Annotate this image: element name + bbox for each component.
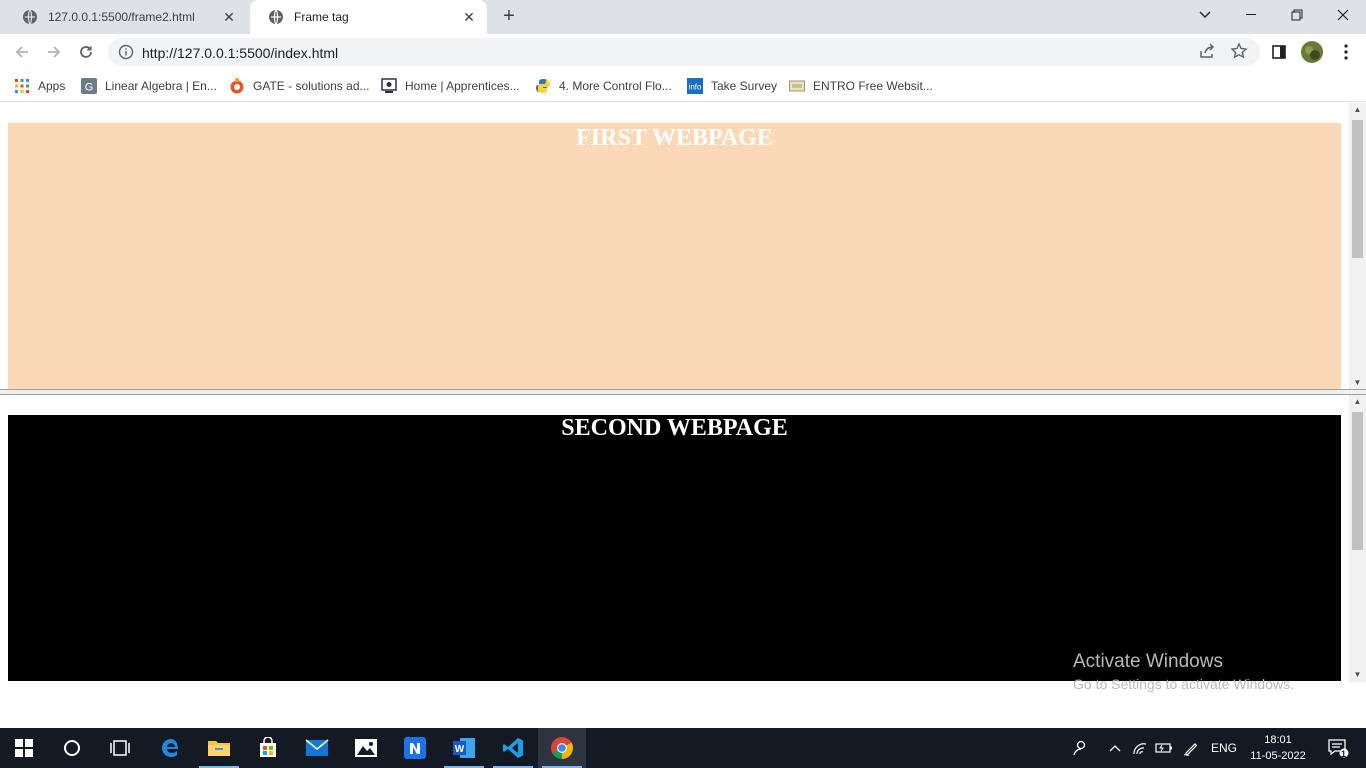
svg-text:W: W bbox=[455, 744, 465, 755]
address-bar[interactable]: http://127.0.0.1:5500/index.html bbox=[108, 38, 1260, 66]
scroll-thumb[interactable] bbox=[1352, 412, 1363, 550]
entro-favicon-icon bbox=[789, 78, 805, 94]
bookmarks-bar: Apps G Linear Algebra | En... GATE - sol… bbox=[0, 70, 1366, 102]
bookmark-gate[interactable]: GATE - solutions ad... bbox=[229, 75, 370, 97]
new-tab-button[interactable]: + bbox=[498, 6, 520, 28]
first-webpage-heading: FIRST WEBPAGE bbox=[576, 125, 773, 151]
close-window-button[interactable] bbox=[1320, 0, 1366, 30]
minimize-button[interactable] bbox=[1228, 0, 1274, 30]
edge-icon[interactable] bbox=[147, 728, 195, 768]
browser-tab-strip: 127.0.0.1:5500/frame2.html ✕ Frame tag ✕… bbox=[0, 0, 1366, 34]
language-indicator[interactable]: ENG bbox=[1206, 728, 1242, 768]
url-text: http://127.0.0.1:5500/index.html bbox=[142, 45, 339, 61]
bookmark-take-survey[interactable]: info Take Survey bbox=[687, 75, 777, 97]
python-favicon-icon bbox=[535, 78, 551, 94]
bookmark-linear-algebra[interactable]: G Linear Algebra | En... bbox=[81, 75, 217, 97]
restore-button[interactable] bbox=[1274, 0, 1320, 30]
bookmark-star-icon[interactable] bbox=[1230, 42, 1250, 62]
scroll-thumb[interactable] bbox=[1352, 120, 1363, 258]
action-center-button[interactable]: 1 bbox=[1318, 728, 1358, 768]
bookmark-label: Take Survey bbox=[711, 79, 778, 93]
system-clock[interactable]: 18:01 11-05-2022 bbox=[1246, 732, 1310, 764]
first-webpage-body: FIRST WEBPAGE bbox=[8, 123, 1341, 390]
notification-count-badge: 1 bbox=[1341, 749, 1347, 759]
watermark-subtitle: Go to Settings to activate Windows. bbox=[1073, 676, 1294, 692]
globe-icon bbox=[22, 9, 38, 25]
first-frame: FIRST WEBPAGE ▲ ▼ bbox=[0, 103, 1366, 390]
globe-icon bbox=[268, 9, 284, 25]
scroll-down-arrow-icon[interactable]: ▼ bbox=[1349, 668, 1366, 682]
bookmark-label: GATE - solutions ad... bbox=[253, 79, 370, 93]
scroll-down-arrow-icon[interactable]: ▼ bbox=[1349, 376, 1366, 390]
tab-title: Frame tag bbox=[294, 10, 349, 24]
windows-taskbar: W ENG 18:01 11-05-2022 1 bbox=[0, 728, 1366, 768]
show-hidden-icons-chevron-icon[interactable] bbox=[1104, 728, 1126, 768]
browser-toolbar: http://127.0.0.1:5500/index.html bbox=[0, 34, 1366, 70]
apps-grid-icon bbox=[14, 78, 30, 94]
bookmark-control-flow[interactable]: 4. More Control Flo... bbox=[535, 75, 672, 97]
svg-text:G: G bbox=[85, 82, 94, 94]
microsoft-store-icon[interactable] bbox=[244, 728, 292, 768]
file-explorer-icon[interactable] bbox=[195, 728, 243, 768]
activate-windows-watermark: Activate Windows Go to Settings to activ… bbox=[1073, 651, 1294, 692]
notion-app-icon[interactable] bbox=[391, 728, 439, 768]
chrome-icon[interactable] bbox=[538, 728, 586, 768]
bookmark-apprentices[interactable]: Home | Apprentices... bbox=[381, 75, 520, 97]
close-tab-icon[interactable]: ✕ bbox=[221, 9, 237, 25]
scroll-up-arrow-icon[interactable]: ▲ bbox=[1349, 395, 1366, 409]
tab-search-icon[interactable] bbox=[1182, 0, 1228, 30]
browser-menu-icon[interactable] bbox=[1334, 40, 1358, 64]
g-favicon-icon: G bbox=[81, 78, 97, 94]
info-favicon-icon: info bbox=[687, 78, 703, 94]
gate-favicon-icon bbox=[229, 78, 245, 94]
network-icon[interactable] bbox=[1128, 728, 1152, 768]
apprentice-favicon-icon bbox=[381, 78, 397, 94]
start-button[interactable] bbox=[0, 728, 48, 768]
bookmark-entro[interactable]: ENTRO Free Websit... bbox=[789, 75, 933, 97]
pen-workspace-icon[interactable] bbox=[1178, 728, 1204, 768]
close-tab-icon[interactable]: ✕ bbox=[461, 9, 477, 25]
vscode-icon[interactable] bbox=[489, 728, 537, 768]
photos-icon[interactable] bbox=[342, 728, 390, 768]
reload-button[interactable] bbox=[74, 40, 98, 64]
back-button[interactable] bbox=[10, 40, 34, 64]
watermark-title: Activate Windows bbox=[1073, 651, 1223, 672]
bookmark-label: ENTRO Free Websit... bbox=[813, 79, 933, 93]
bookmark-apps[interactable]: Apps bbox=[14, 75, 65, 97]
clock-date: 11-05-2022 bbox=[1250, 750, 1306, 762]
search-cortana-icon[interactable] bbox=[48, 728, 96, 768]
people-icon[interactable] bbox=[1068, 728, 1092, 768]
site-info-icon[interactable] bbox=[118, 44, 134, 63]
bookmark-label: 4. More Control Flo... bbox=[559, 79, 672, 93]
battery-icon[interactable] bbox=[1152, 728, 1176, 768]
svg-text:info: info bbox=[689, 83, 702, 92]
word-icon[interactable]: W bbox=[440, 728, 488, 768]
bookmark-label: Linear Algebra | En... bbox=[105, 79, 217, 93]
scroll-up-arrow-icon[interactable]: ▲ bbox=[1349, 103, 1366, 117]
second-webpage-heading: SECOND WEBPAGE bbox=[561, 415, 788, 441]
second-frame-scrollbar[interactable]: ▲ ▼ bbox=[1349, 395, 1366, 682]
first-frame-scrollbar[interactable]: ▲ ▼ bbox=[1349, 103, 1366, 390]
mail-icon[interactable] bbox=[293, 728, 341, 768]
second-webpage-body: SECOND WEBPAGE bbox=[8, 415, 1341, 681]
tab-frame2[interactable]: 127.0.0.1:5500/frame2.html ✕ bbox=[4, 0, 247, 34]
bookmark-label: Apps bbox=[38, 79, 66, 93]
side-panel-icon[interactable] bbox=[1267, 40, 1291, 64]
profile-avatar[interactable] bbox=[1300, 40, 1324, 64]
task-view-icon[interactable] bbox=[96, 728, 144, 768]
bookmark-label: Home | Apprentices... bbox=[405, 79, 520, 93]
share-icon[interactable] bbox=[1198, 42, 1218, 62]
clock-time: 18:01 bbox=[1264, 734, 1292, 746]
tab-frame-tag[interactable]: Frame tag ✕ bbox=[250, 0, 487, 34]
forward-button[interactable] bbox=[42, 40, 66, 64]
tab-title: 127.0.0.1:5500/frame2.html bbox=[48, 10, 195, 24]
